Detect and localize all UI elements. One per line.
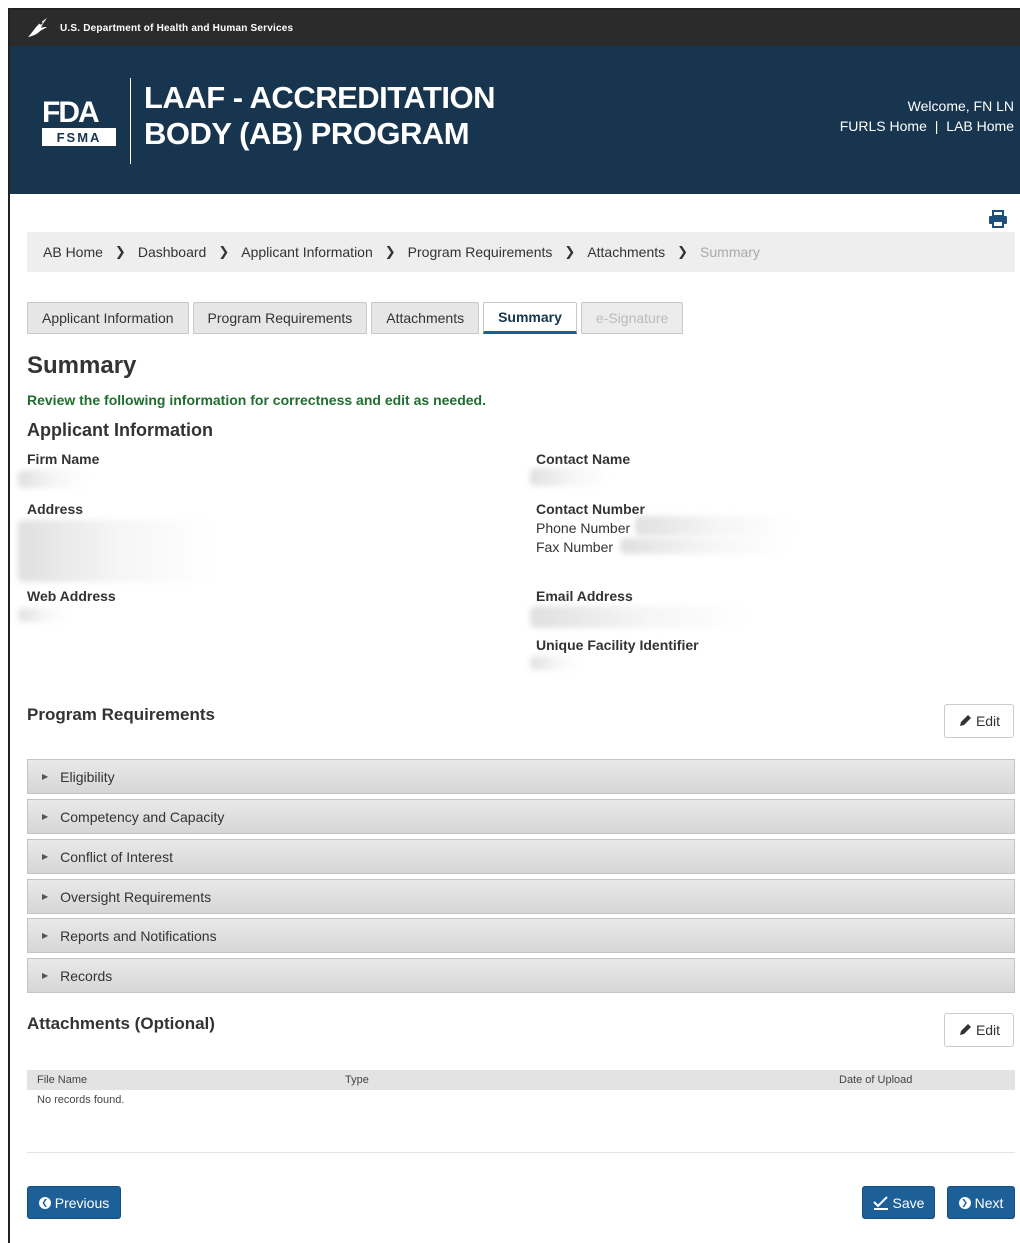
save-check-icon (872, 1195, 888, 1210)
app-title-line1: LAAF - ACCREDITATION (144, 80, 496, 115)
attachments-table-header: File Name Type Date of Upload (27, 1070, 1015, 1090)
tab-attachments[interactable]: Attachments (371, 302, 480, 334)
accordion-label: Competency and Capacity (60, 808, 225, 825)
tab-applicant-information[interactable]: Applicant Information (27, 302, 189, 334)
furls-home-link[interactable]: FURLS Home (840, 118, 927, 134)
phone-number-label: Phone Number (536, 520, 631, 536)
caret-right-icon: ▶ (42, 812, 49, 821)
lab-home-link[interactable]: LAB Home (946, 118, 1014, 134)
column-date-of-upload[interactable]: Date of Upload (839, 1074, 912, 1086)
contact-name-label: Contact Name (536, 451, 631, 467)
email-address-label: Email Address (536, 588, 633, 604)
header-banner: FDA FSMA LAAF - ACCREDITATION BODY (AB) … (10, 46, 1020, 194)
email-address-value-redacted (530, 606, 750, 628)
circle-arrow-left-icon: ❮ (38, 1196, 51, 1209)
accordion-label: Oversight Requirements (60, 888, 212, 905)
app-title-line2: BODY (AB) PROGRAM (144, 116, 470, 151)
contact-number-label: Contact Number (536, 501, 645, 517)
caret-right-icon: ▶ (42, 772, 49, 781)
accordion-reports-notifications[interactable]: ▶ Reports and Notifications (27, 918, 1015, 953)
phone-number-value-redacted (635, 516, 795, 536)
breadcrumb-attachments[interactable]: Attachments (587, 244, 665, 260)
chevron-right-icon: ❯ (114, 244, 126, 259)
program-edit-button[interactable]: Edit (944, 704, 1014, 738)
tab-e-signature: e-Signature (580, 302, 684, 334)
page-title: Summary (27, 352, 137, 379)
previous-button[interactable]: ❮ Previous (27, 1186, 121, 1219)
web-address-label: Web Address (27, 588, 116, 604)
hhs-eagle-icon (28, 18, 47, 37)
breadcrumb-ab-home[interactable]: AB Home (43, 244, 103, 260)
address-value-redacted (18, 520, 214, 582)
caret-right-icon: ▶ (42, 892, 49, 901)
intro-text: Review the following information for cor… (27, 392, 486, 408)
pencil-icon (959, 1024, 971, 1035)
circle-arrow-right-icon: ❯ (958, 1196, 971, 1209)
attachments-edit-button[interactable]: Edit (944, 1013, 1014, 1047)
accordion-competency-capacity[interactable]: ▶ Competency and Capacity (27, 799, 1015, 834)
breadcrumb-program-requirements[interactable]: Program Requirements (408, 244, 553, 260)
tab-program-requirements[interactable]: Program Requirements (192, 302, 368, 334)
user-nav: Welcome, FN LN FURLS Home | LAB Home (840, 96, 1014, 136)
hhs-bar: U.S. Department of Health and Human Serv… (10, 10, 1020, 46)
column-file-name[interactable]: File Name (37, 1074, 87, 1086)
app-title: LAAF - ACCREDITATION BODY (AB) PROGRAM (144, 80, 496, 152)
ufi-label: Unique Facility Identifier (536, 637, 699, 653)
chevron-right-icon: ❯ (384, 244, 396, 259)
save-button[interactable]: Save (862, 1186, 935, 1219)
pencil-icon (959, 715, 971, 726)
accordion-conflict-of-interest[interactable]: ▶ Conflict of Interest (27, 839, 1015, 874)
previous-label: Previous (54, 1194, 110, 1211)
address-label: Address (27, 501, 84, 517)
contact-name-value-redacted (530, 468, 610, 486)
chevron-right-icon: ❯ (218, 244, 230, 259)
attachments-heading: Attachments (Optional) (27, 1014, 215, 1033)
firm-name-label: Firm Name (27, 451, 100, 467)
fax-number-label: Fax Number (536, 539, 614, 555)
page-frame: U.S. Department of Health and Human Serv… (8, 8, 1020, 1243)
header-links: FURLS Home | LAB Home (840, 116, 1014, 136)
accordion-label: Records (60, 967, 113, 984)
tab-summary[interactable]: Summary (483, 302, 577, 334)
svg-text:FSMA: FSMA (57, 130, 102, 145)
fda-fsma-logo: FDA FSMA (42, 96, 116, 146)
accordion-label: Reports and Notifications (60, 927, 217, 944)
firm-name-value-redacted (18, 470, 88, 488)
hhs-label: U.S. Department of Health and Human Serv… (60, 22, 294, 34)
save-label: Save (892, 1194, 925, 1211)
attachments-edit-label: Edit (975, 1022, 1001, 1038)
caret-right-icon: ▶ (42, 931, 49, 940)
next-label: Next (974, 1194, 1004, 1211)
caret-right-icon: ▶ (42, 971, 49, 980)
accordion-eligibility[interactable]: ▶ Eligibility (27, 759, 1015, 794)
accordion-label: Eligibility (60, 768, 115, 785)
svg-text:FDA: FDA (42, 96, 99, 129)
accordion-records[interactable]: ▶ Records (27, 958, 1015, 993)
chevron-right-icon: ❯ (564, 244, 576, 259)
welcome-text: Welcome, FN LN (907, 98, 1014, 114)
accordion-label: Conflict of Interest (60, 848, 173, 865)
next-button[interactable]: ❯ Next (947, 1186, 1015, 1219)
link-separator: | (934, 118, 939, 134)
web-address-value-redacted (18, 608, 68, 622)
empty-table-message: No records found. (37, 1094, 125, 1106)
footer-divider (27, 1152, 1015, 1153)
applicant-heading: Applicant Information (27, 420, 213, 440)
breadcrumb-applicant-information[interactable]: Applicant Information (241, 244, 373, 260)
breadcrumb-dashboard[interactable]: Dashboard (138, 244, 207, 260)
column-type[interactable]: Type (345, 1074, 369, 1086)
ufi-value-redacted (530, 656, 580, 670)
step-tabs: Applicant Information Program Requiremen… (27, 302, 684, 334)
fax-number-value-redacted (620, 538, 790, 554)
caret-right-icon: ▶ (42, 852, 49, 861)
banner-divider (130, 78, 131, 164)
breadcrumb-summary: Summary (700, 244, 760, 260)
program-requirements-heading: Program Requirements (27, 705, 215, 724)
print-icon[interactable] (988, 210, 1008, 228)
breadcrumb: AB Home ❯ Dashboard ❯ Applicant Informat… (27, 232, 1015, 272)
accordion-oversight-requirements[interactable]: ▶ Oversight Requirements (27, 879, 1015, 914)
program-edit-label: Edit (975, 713, 1001, 729)
chevron-right-icon: ❯ (677, 244, 689, 259)
